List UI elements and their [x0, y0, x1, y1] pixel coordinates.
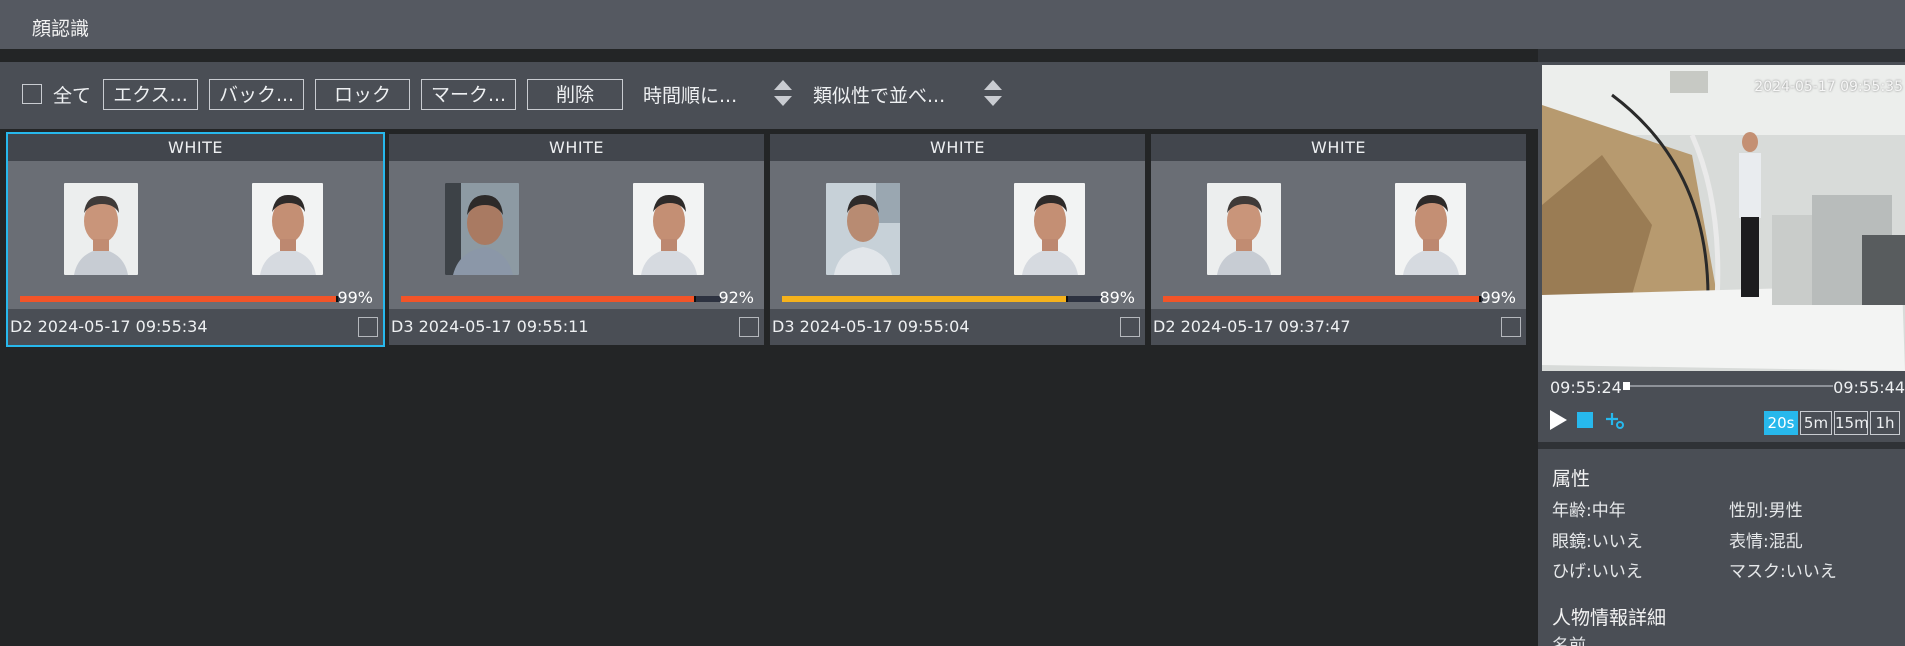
expression-attribute: 表情:混乱 [1729, 532, 1803, 552]
channel-timestamp: D3 2024-05-17 09:55:04 [772, 317, 970, 336]
card-checkbox[interactable] [1501, 317, 1521, 337]
card-list-label: WHITE [389, 134, 764, 161]
card-checkbox[interactable] [358, 317, 378, 337]
registered-face-image [633, 183, 704, 275]
playback-panel: 2024-05-17 09:55:35 09:55:24 09:55:44 20… [1538, 62, 1905, 442]
window-title: 顔認識 [32, 18, 90, 40]
result-card[interactable]: WHITE 99% D2 2024-05-17 09:55:34 [6, 132, 385, 347]
mark-button[interactable]: マーク... [421, 79, 516, 110]
channel-timestamp: D3 2024-05-17 09:55:11 [391, 317, 589, 336]
captured-face-image [1207, 183, 1281, 275]
card-list-label: WHITE [770, 134, 1145, 161]
duration-1h-button[interactable]: 1h [1870, 411, 1900, 435]
card-checkbox[interactable] [739, 317, 759, 337]
similarity-bar [782, 296, 1102, 302]
attributes-panel: 属性 年齢:中年 性別:男性 眼鏡:いいえ 表情:混乱 ひげ:いいえ マスク:い… [1538, 449, 1905, 646]
registered-face-image [1395, 183, 1466, 275]
channel-timestamp: D2 2024-05-17 09:55:34 [10, 317, 208, 336]
similarity-bar [1163, 296, 1483, 302]
sort-by-time-label[interactable]: 時間順に... [643, 81, 737, 108]
captured-face-image [445, 183, 519, 275]
timeline-end-time: 09:55:44 [1833, 378, 1905, 397]
timeline-slider[interactable] [1623, 382, 1833, 390]
glasses-attribute: 眼鏡:いいえ [1552, 532, 1643, 552]
stop-icon[interactable] [1577, 412, 1593, 428]
select-all-label[interactable]: 全て [53, 81, 91, 108]
toolbar: 全て エクス... バック... ロック マーク... 削除 時間順に... 類… [0, 62, 1538, 129]
duration-20s-button[interactable]: 20s [1764, 411, 1798, 435]
sort-by-similarity-label[interactable]: 類似性で並べ... [813, 81, 945, 108]
video-timestamp: 2024-05-17 09:55:35 [1754, 79, 1903, 95]
lock-button[interactable]: ロック [315, 79, 410, 110]
clip-icon[interactable] [1602, 408, 1626, 432]
similarity-percent: 99% [337, 288, 373, 307]
backup-button[interactable]: バック... [209, 79, 304, 110]
gender-attribute: 性別:男性 [1729, 501, 1803, 521]
channel-timestamp: D2 2024-05-17 09:37:47 [1153, 317, 1351, 336]
similarity-percent: 92% [718, 288, 754, 307]
captured-face-image [64, 183, 138, 275]
captured-face-image [826, 183, 900, 275]
person-name-label: 名前 [1552, 636, 1586, 646]
sort-similarity-arrows-icon[interactable] [983, 79, 1003, 109]
similarity-bar [20, 296, 340, 302]
card-list-label: WHITE [8, 134, 383, 161]
card-checkbox[interactable] [1120, 317, 1140, 337]
sort-time-arrows-icon[interactable] [773, 79, 793, 109]
play-icon[interactable] [1550, 410, 1567, 430]
age-attribute: 年齢:中年 [1552, 501, 1626, 521]
playback-video[interactable]: 2024-05-17 09:55:35 [1542, 65, 1905, 371]
export-button[interactable]: エクス... [103, 79, 198, 110]
detail-sidebar: 2024-05-17 09:55:35 09:55:24 09:55:44 20… [1538, 49, 1905, 646]
title-bar: 顔認識 [0, 0, 1905, 49]
attributes-heading: 属性 [1552, 468, 1591, 490]
beard-attribute: ひげ:いいえ [1552, 562, 1643, 582]
card-list-label: WHITE [1151, 134, 1526, 161]
timeline-knob[interactable] [1623, 382, 1630, 390]
mask-attribute: マスク:いいえ [1729, 562, 1837, 582]
result-card[interactable]: WHITE 89% D3 2024-05-17 09:55:04 [770, 134, 1145, 345]
similarity-percent: 89% [1099, 288, 1135, 307]
select-all-checkbox[interactable] [22, 84, 42, 104]
duration-5m-button[interactable]: 5m [1800, 411, 1832, 435]
duration-15m-button[interactable]: 15m [1834, 411, 1869, 435]
timeline-start-time: 09:55:24 [1550, 378, 1622, 397]
result-card[interactable]: WHITE 92% D3 2024-05-17 09:55:11 [389, 134, 764, 345]
person-details-heading: 人物情報詳細 [1552, 607, 1667, 629]
delete-button[interactable]: 削除 [527, 79, 623, 110]
registered-face-image [1014, 183, 1085, 275]
similarity-percent: 99% [1480, 288, 1516, 307]
registered-face-image [252, 183, 323, 275]
result-card[interactable]: WHITE 99% D2 2024-05-17 09:37:47 [1151, 134, 1526, 345]
similarity-bar [401, 296, 721, 302]
